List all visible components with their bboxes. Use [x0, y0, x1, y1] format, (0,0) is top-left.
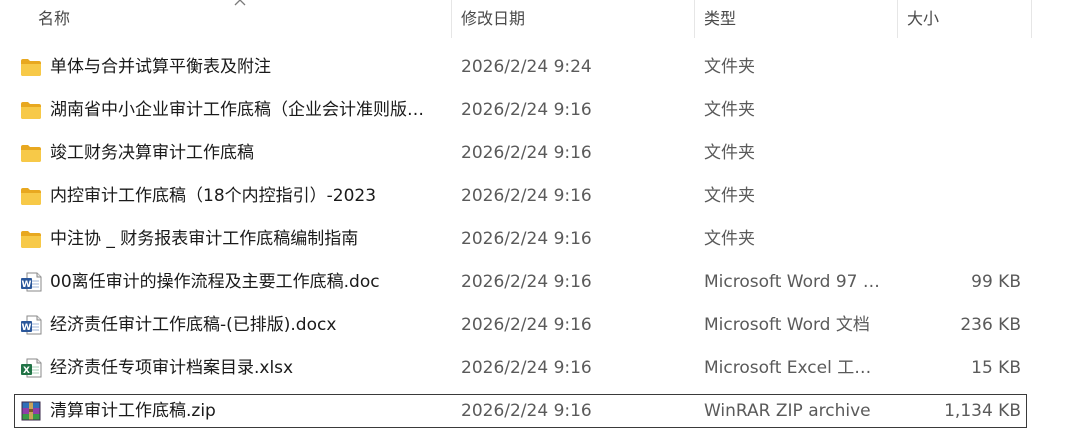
column-header-size-label: 大小	[907, 9, 940, 28]
svg-text:W: W	[22, 323, 32, 333]
file-name: 湖南省中小企业审计工作底稿（企业会计准则版…	[50, 100, 424, 120]
file-type: 文件夹	[704, 186, 755, 206]
column-header-type[interactable]: 类型	[694, 0, 897, 38]
file-row[interactable]: W 00离任审计的操作流程及主要工作底稿.doc 2026/2/24 9:16 …	[14, 265, 1027, 299]
file-name: 经济责任审计工作底稿-(已排版).docx	[50, 315, 337, 335]
column-header-modified-label: 修改日期	[461, 9, 526, 28]
file-modified-date: 2026/2/24 9:16	[461, 100, 592, 120]
file-row[interactable]: 清算审计工作底稿.zip 2026/2/24 9:16 WinRAR ZIP a…	[14, 394, 1027, 428]
column-header: 名称 修改日期 类型 大小	[0, 0, 1083, 38]
file-modified-date: 2026/2/24 9:16	[461, 186, 592, 206]
file-row[interactable]: 中注协 _ 财务报表审计工作底稿编制指南 2026/2/24 9:16 文件夹	[14, 222, 1027, 256]
column-divider[interactable]	[1031, 0, 1032, 38]
file-size	[895, 94, 1021, 126]
file-type: Microsoft Word 97 …	[704, 272, 880, 292]
file-name: 清算审计工作底稿.zip	[50, 401, 216, 421]
file-size	[895, 137, 1021, 169]
file-size	[895, 223, 1021, 255]
file-type: Microsoft Word 文档	[704, 315, 870, 335]
file-type: Microsoft Excel 工…	[704, 358, 872, 378]
excel-sheet-icon: X	[20, 358, 42, 378]
file-name: 00离任审计的操作流程及主要工作底稿.doc	[50, 272, 380, 292]
file-modified-date: 2026/2/24 9:16	[461, 401, 592, 421]
folder-icon	[20, 100, 42, 120]
file-list-view: 名称 修改日期 类型 大小 单体与合并试算平衡表及附注 2026/2/24 9:…	[0, 0, 1083, 444]
file-row[interactable]: 内控审计工作底稿（18个内控指引）-2023 2026/2/24 9:16 文件…	[14, 179, 1027, 213]
winrar-archive-icon	[20, 401, 42, 421]
file-modified-date: 2026/2/24 9:16	[461, 229, 592, 249]
file-row[interactable]: W 经济责任审计工作底稿-(已排版).docx 2026/2/24 9:16 M…	[14, 308, 1027, 342]
file-row[interactable]: X 经济责任专项审计档案目录.xlsx 2026/2/24 9:16 Micro…	[14, 351, 1027, 385]
svg-text:X: X	[23, 366, 30, 376]
file-type: 文件夹	[704, 100, 755, 120]
file-name: 内控审计工作底稿（18个内控指引）-2023	[50, 186, 377, 206]
file-name: 经济责任专项审计档案目录.xlsx	[50, 358, 294, 378]
file-type: 文件夹	[704, 57, 755, 77]
file-name: 竣工财务决算审计工作底稿	[50, 143, 254, 163]
sort-ascending-icon	[234, 0, 246, 6]
file-size: 236 KB	[960, 315, 1021, 335]
file-modified-date: 2026/2/24 9:16	[461, 143, 592, 163]
file-size	[895, 51, 1021, 83]
file-row[interactable]: 竣工财务决算审计工作底稿 2026/2/24 9:16 文件夹	[14, 136, 1027, 170]
file-row[interactable]: 单体与合并试算平衡表及附注 2026/2/24 9:24 文件夹	[14, 50, 1027, 84]
file-type: 文件夹	[704, 143, 755, 163]
file-name: 中注协 _ 财务报表审计工作底稿编制指南	[50, 229, 359, 249]
file-modified-date: 2026/2/24 9:16	[461, 272, 592, 292]
file-size	[895, 180, 1021, 212]
folder-icon	[20, 57, 42, 77]
folder-icon	[20, 229, 42, 249]
word-doc-icon: W	[20, 272, 42, 292]
file-modified-date: 2026/2/24 9:16	[461, 358, 592, 378]
file-row[interactable]: 湖南省中小企业审计工作底稿（企业会计准则版… 2026/2/24 9:16 文件…	[14, 93, 1027, 127]
file-size: 1,134 KB	[944, 401, 1021, 421]
word-doc-icon: W	[20, 315, 42, 335]
column-header-modified[interactable]: 修改日期	[451, 0, 694, 38]
file-name: 单体与合并试算平衡表及附注	[50, 57, 271, 77]
file-modified-date: 2026/2/24 9:16	[461, 315, 592, 335]
file-size: 99 KB	[971, 272, 1021, 292]
file-modified-date: 2026/2/24 9:24	[461, 57, 592, 77]
column-header-size[interactable]: 大小	[897, 0, 1031, 38]
file-type: 文件夹	[704, 229, 755, 249]
column-header-type-label: 类型	[704, 9, 737, 28]
folder-icon	[20, 186, 42, 206]
file-type: WinRAR ZIP archive	[704, 401, 871, 421]
svg-text:W: W	[22, 280, 32, 290]
folder-icon	[20, 143, 42, 163]
file-size: 15 KB	[971, 358, 1021, 378]
column-header-name-label: 名称	[38, 9, 71, 28]
